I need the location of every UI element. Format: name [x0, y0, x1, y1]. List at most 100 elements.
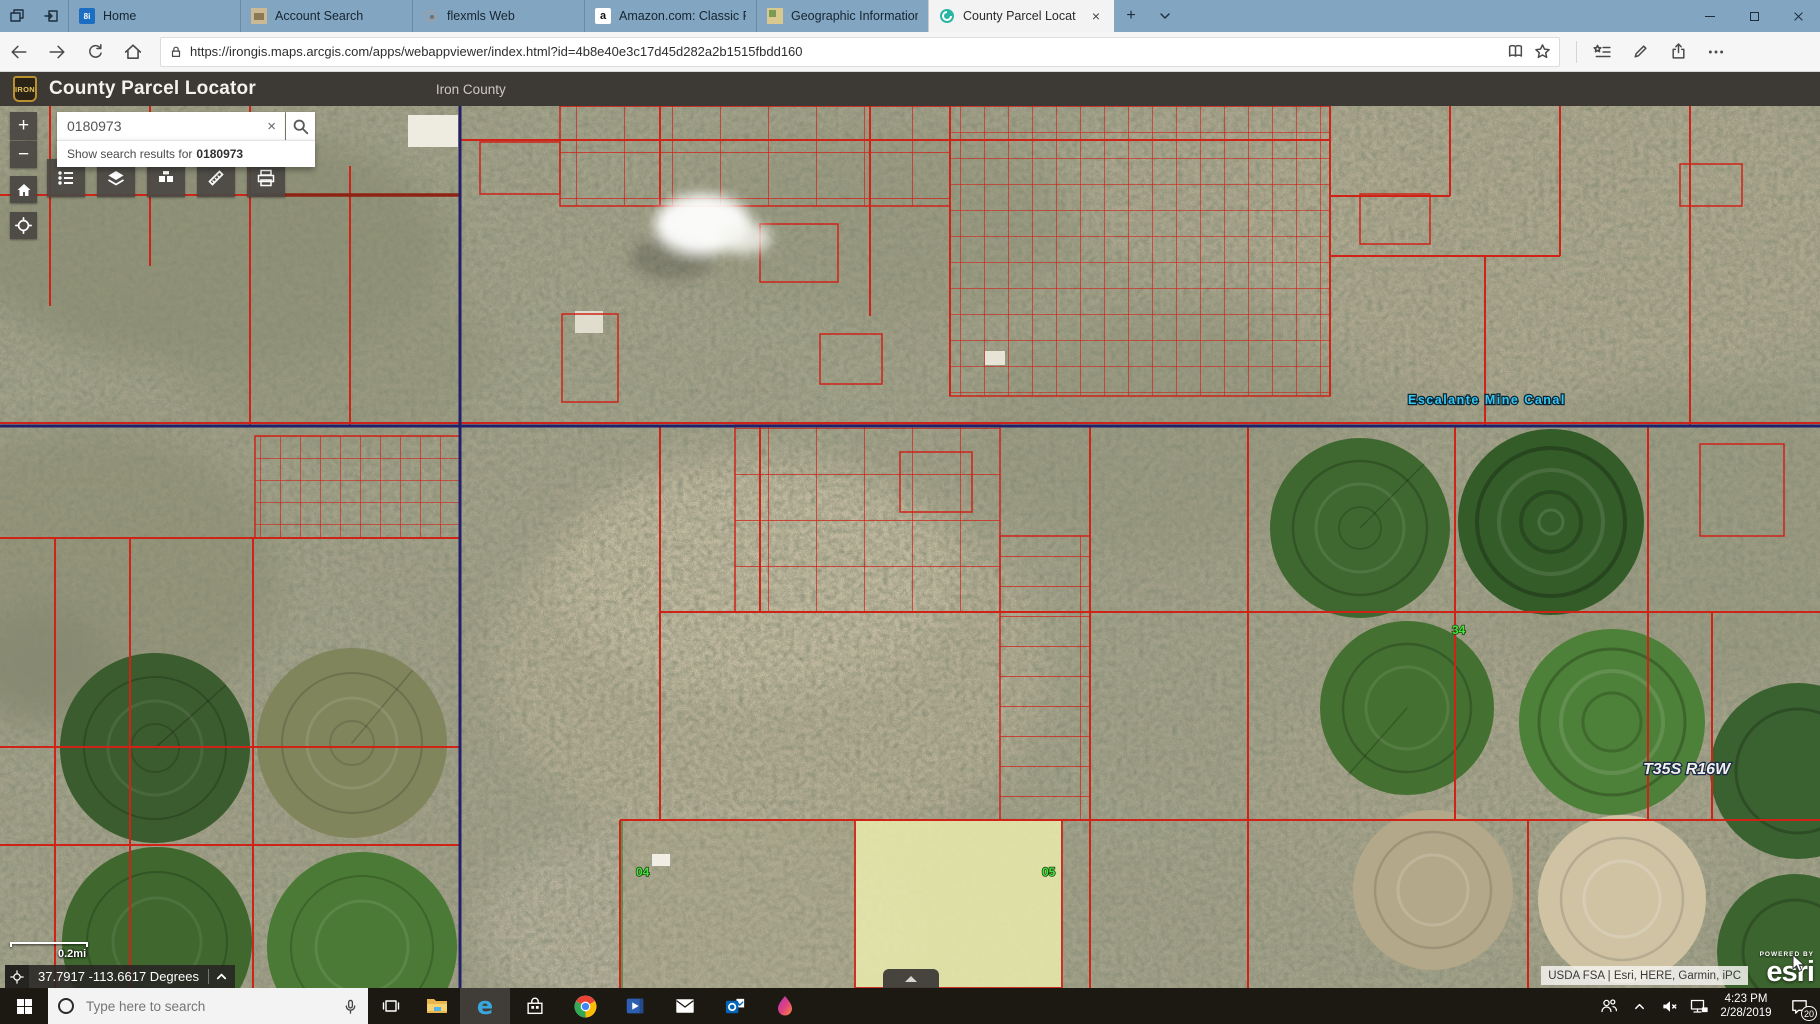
chevron-up-icon: [905, 976, 917, 982]
outlook-icon: [724, 995, 747, 1018]
task-view-button[interactable]: [368, 988, 414, 1024]
chevron-up-icon: [1633, 1000, 1646, 1013]
mail-taskbar-button[interactable]: [660, 988, 710, 1024]
coordinates-readout: 37.7917 -113.6617 Degrees: [29, 969, 208, 984]
outlook-taskbar-button[interactable]: [710, 988, 760, 1024]
map-canvas[interactable]: Escalante Mine Canal T35S R16W 34 04 05: [0, 106, 1820, 988]
legend-icon: [56, 168, 76, 188]
tab-home[interactable]: 8i Home: [68, 0, 240, 32]
tab-list-dropdown-icon[interactable]: [1148, 0, 1182, 32]
search-button[interactable]: [286, 112, 315, 140]
volume-button[interactable]: [1654, 988, 1684, 1024]
section-number: 04: [636, 865, 650, 879]
maximize-button[interactable]: [1732, 0, 1776, 32]
iron-county-logo: IRON: [13, 76, 37, 102]
microphone-icon[interactable]: [343, 999, 358, 1014]
action-center-button[interactable]: 20: [1778, 988, 1820, 1024]
chrome-taskbar-button[interactable]: [560, 988, 610, 1024]
my-location-button[interactable]: [10, 212, 37, 239]
minimize-button[interactable]: [1688, 0, 1732, 32]
back-icon[interactable]: [0, 35, 38, 69]
gis-favicon: [767, 8, 783, 24]
set-tabs-aside-icon[interactable]: [34, 0, 68, 32]
tab-preview-icon[interactable]: [0, 0, 34, 32]
system-tray: 4:23 PM 2/28/2019 20: [1594, 988, 1820, 1024]
tab-label: Geographic Information Sys: [791, 9, 918, 23]
house-icon: [16, 182, 32, 198]
arcgis-favicon: [939, 8, 955, 24]
annotate-pen-icon[interactable]: [1621, 35, 1659, 69]
address-bar[interactable]: https://irongis.maps.arcgis.com/apps/web…: [160, 37, 1560, 67]
flexmls-favicon: [423, 8, 439, 24]
url-text: https://irongis.maps.arcgis.com/apps/web…: [190, 44, 1497, 59]
taskbar-search-input[interactable]: [84, 998, 333, 1015]
locate-icon: [15, 217, 32, 234]
clock-date: 2/28/2019: [1716, 1006, 1776, 1020]
reading-view-icon[interactable]: [1507, 43, 1524, 60]
taskbar-search[interactable]: [48, 988, 368, 1024]
tab-county-parcel-locator[interactable]: County Parcel Locator ×: [928, 0, 1114, 32]
app-title: County Parcel Locator: [49, 78, 256, 100]
movies-tv-taskbar-button[interactable]: [610, 988, 660, 1024]
edge-taskbar-button[interactable]: e: [460, 988, 510, 1024]
suggestion-term: 0180973: [196, 147, 243, 161]
coordinate-expand-icon[interactable]: [209, 965, 235, 988]
attribute-table-toggle[interactable]: [883, 969, 939, 988]
start-button[interactable]: [0, 988, 48, 1024]
people-button[interactable]: [1594, 988, 1624, 1024]
search-suggestion[interactable]: Show search results for 0180973: [57, 140, 315, 167]
paint3d-taskbar-button[interactable]: [760, 988, 810, 1024]
tab-amazon[interactable]: a Amazon.com: Classic Flame: [584, 0, 756, 32]
clear-search-icon[interactable]: ×: [258, 118, 285, 135]
people-icon: [1600, 997, 1618, 1015]
home-icon[interactable]: [114, 35, 152, 69]
share-icon[interactable]: [1659, 35, 1697, 69]
basemap-icon: [156, 168, 176, 188]
store-taskbar-button[interactable]: [510, 988, 560, 1024]
section-number: 05: [1042, 865, 1056, 879]
canal-label: Escalante Mine Canal: [1408, 393, 1566, 407]
more-options-icon[interactable]: [1697, 35, 1735, 69]
zoom-in-button[interactable]: +: [10, 112, 37, 140]
hub-icon[interactable]: [1583, 35, 1621, 69]
lock-icon: [169, 45, 183, 59]
network-icon: [1690, 997, 1708, 1015]
taskbar-clock[interactable]: 4:23 PM 2/28/2019: [1714, 992, 1778, 1021]
colorful-drop-icon: [775, 995, 795, 1017]
app-subtitle: Iron County: [436, 82, 506, 97]
edge-icon: e: [477, 994, 493, 1018]
file-explorer-icon: [425, 994, 449, 1018]
browser-tab-bar: 8i Home Account Search flexmls Web a Ama…: [0, 0, 1820, 32]
file-explorer-button[interactable]: [414, 988, 460, 1024]
store-icon: [524, 995, 546, 1017]
search-input[interactable]: [57, 118, 258, 134]
home-favicon: 8i: [79, 8, 95, 24]
notification-badge: 20: [1801, 1006, 1817, 1021]
zoom-out-button[interactable]: −: [10, 141, 37, 168]
network-button[interactable]: [1684, 988, 1714, 1024]
tab-close-icon[interactable]: ×: [1088, 7, 1104, 25]
print-icon: [256, 168, 276, 188]
tab-flexmls[interactable]: flexmls Web: [412, 0, 584, 32]
amazon-favicon: a: [595, 8, 611, 24]
hidden-icons-button[interactable]: [1624, 988, 1654, 1024]
crosshair-icon[interactable]: [5, 965, 29, 988]
browser-toolbar: https://irongis.maps.arcgis.com/apps/web…: [0, 32, 1820, 72]
scale-bar: 0.2mi: [10, 942, 88, 947]
tab-gis[interactable]: Geographic Information Sys: [756, 0, 928, 32]
home-extent-button[interactable]: [10, 176, 37, 203]
map-attribution: USDA FSA | Esri, HERE, Garmin, iPC: [1541, 966, 1748, 985]
selected-parcel-highlight: [620, 820, 1062, 988]
movies-tv-icon: [624, 995, 646, 1017]
suggestion-text: Show search results for: [67, 147, 192, 161]
scale-label: 0.2mi: [58, 948, 86, 960]
window-controls: [1688, 0, 1820, 32]
forward-icon[interactable]: [38, 35, 76, 69]
close-button[interactable]: [1776, 0, 1820, 32]
desktop: 8i Home Account Search flexmls Web a Ama…: [0, 0, 1820, 1024]
task-view-icon: [382, 997, 400, 1015]
new-tab-button[interactable]: +: [1114, 0, 1148, 32]
refresh-icon[interactable]: [76, 35, 114, 69]
favorite-star-icon[interactable]: [1534, 43, 1551, 60]
tab-account-search[interactable]: Account Search: [240, 0, 412, 32]
